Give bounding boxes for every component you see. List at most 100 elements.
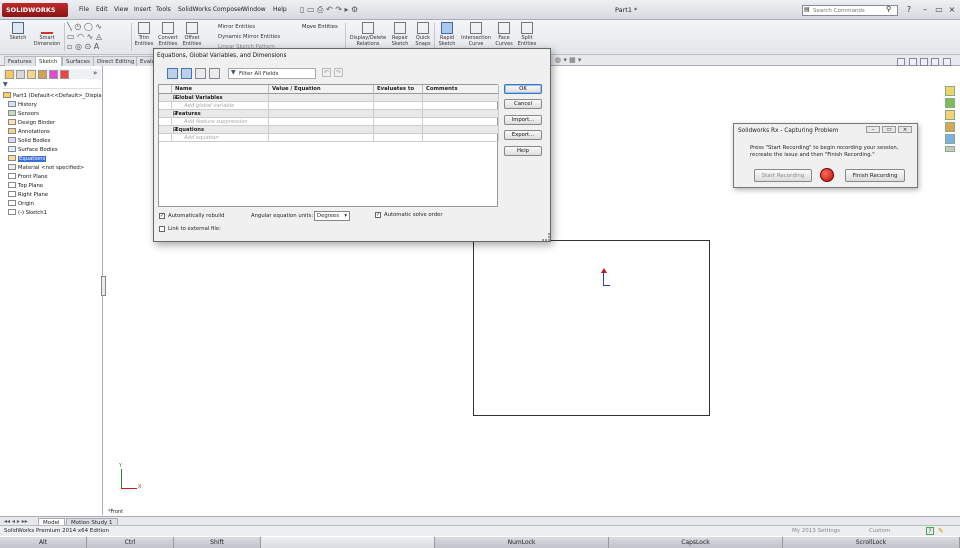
feature-manager-icon[interactable] <box>5 70 14 79</box>
rx-close-button[interactable]: × <box>898 126 912 133</box>
offset-entities-button[interactable]: Offset Entities <box>181 20 203 47</box>
export-button[interactable]: Export... <box>504 130 542 140</box>
close-view-icon[interactable] <box>943 58 951 66</box>
equation-section-row[interactable]: ⊟ Equations <box>159 126 499 134</box>
equation-cell[interactable] <box>374 94 423 102</box>
convert-entities-button[interactable]: Convert Entities <box>156 20 180 47</box>
appearances-icon[interactable] <box>945 134 955 144</box>
settings-status[interactable]: My 2013 Settings <box>792 528 840 534</box>
file-explorer-icon[interactable] <box>945 110 955 120</box>
start-recording-button[interactable]: Start Recording <box>754 169 812 182</box>
menu-file[interactable]: File <box>79 6 89 13</box>
equation-cell[interactable] <box>423 102 499 110</box>
dynamic-mirror-button[interactable]: Dynamic Mirror Entities <box>206 32 280 42</box>
sketch-rectangle[interactable] <box>473 240 710 416</box>
equation-cell[interactable] <box>269 134 374 142</box>
menu-help[interactable]: Help <box>273 6 287 13</box>
ordered-view-icon[interactable] <box>209 68 220 79</box>
appearance-icon[interactable] <box>60 70 69 79</box>
repair-sketch-button[interactable]: Repair Sketch <box>389 20 411 47</box>
equation-cell[interactable] <box>423 110 499 118</box>
tab-direct-editing[interactable]: Direct Editing <box>93 56 139 66</box>
mirror-entities-button[interactable]: Mirror Entities <box>206 22 280 32</box>
finish-recording-button[interactable]: Finish Recording <box>845 169 905 182</box>
rapid-sketch-button[interactable]: Rapid Sketch <box>436 20 458 47</box>
tree-item[interactable]: Top Plane <box>8 182 43 190</box>
undo-icon[interactable]: ↶ <box>322 68 331 77</box>
panel-collapse-handle[interactable] <box>101 276 106 296</box>
property-manager-icon[interactable] <box>16 70 25 79</box>
tree-root-part[interactable]: Part1 (Default<<Default>_Displa <box>3 92 102 100</box>
equation-add-row[interactable]: Add equation <box>159 134 499 142</box>
menu-tools[interactable]: Tools <box>156 6 171 13</box>
equation-add-row[interactable]: Add global variable <box>159 102 499 110</box>
column-comments[interactable]: Comments <box>423 85 499 94</box>
cancel-button[interactable]: Cancel <box>504 99 542 109</box>
close-button[interactable]: × <box>947 5 957 15</box>
column-name[interactable]: Name <box>172 85 269 94</box>
equation-cell[interactable] <box>269 126 374 134</box>
tab-scroll-arrows[interactable]: ◂◂ ◂ ▸ ▸▸ <box>4 518 28 525</box>
menu-insert[interactable]: Insert <box>134 6 151 13</box>
tab-sketch[interactable]: Sketch <box>35 56 62 66</box>
equation-cell[interactable] <box>374 134 423 142</box>
equation-cell[interactable] <box>374 110 423 118</box>
filter-fields-input[interactable]: Filter All Fields <box>228 68 316 79</box>
view-heads-up-toolbar[interactable]: ◍ ▾ ▦ ▾ <box>555 56 581 64</box>
equation-section-row[interactable]: ⊟ Features <box>159 110 499 118</box>
equation-name-cell[interactable]: Equations <box>172 126 269 134</box>
tree-item[interactable]: Origin <box>8 200 34 208</box>
link-external-checkbox[interactable] <box>159 226 165 232</box>
equation-add-row[interactable]: Add feature suppression <box>159 118 499 126</box>
resources-icon[interactable] <box>945 86 955 96</box>
menu-composer[interactable]: SolidWorks Composer <box>178 6 243 13</box>
resize-grip-icon[interactable] <box>542 233 550 241</box>
auto-solve-checkbox[interactable]: ✓ <box>375 212 381 218</box>
restore-button[interactable]: ▭ <box>934 5 944 15</box>
redo-icon[interactable]: ↷ <box>334 68 343 77</box>
face-curves-button[interactable]: Face Curves <box>494 20 514 47</box>
restore-view-icon[interactable] <box>920 58 928 66</box>
equation-cell[interactable] <box>269 118 374 126</box>
solidworks-logo[interactable]: SOLIDWORKS <box>2 3 68 17</box>
equation-cell[interactable] <box>374 118 423 126</box>
sketch-entity-tools[interactable]: ╲ ◷ ◯ ∿ ▭ ◠ ∿ ◬ ▫ ◎ ⊙ A <box>67 22 129 52</box>
tile-view-icon[interactable] <box>909 58 917 66</box>
menu-window[interactable]: Window <box>242 6 266 13</box>
auto-rebuild-checkbox[interactable]: ✓ <box>159 213 165 219</box>
quick-snaps-button[interactable]: Quick Snaps <box>413 20 433 47</box>
menu-view[interactable]: View <box>114 6 128 13</box>
tree-filter[interactable]: ▼ <box>3 81 101 89</box>
configuration-manager-icon[interactable] <box>27 70 36 79</box>
equation-cell[interactable] <box>269 94 374 102</box>
angular-units-select[interactable]: Degrees ▾ <box>314 211 350 221</box>
tree-item[interactable]: Solid Bodies <box>8 137 50 145</box>
search-commands-input[interactable]: Search Commands <box>802 5 898 16</box>
search-icon[interactable]: ⚲ <box>886 5 891 13</box>
intersection-curve-button[interactable]: Intersection Curve <box>459 20 493 47</box>
rx-minimize-button[interactable]: – <box>866 126 880 133</box>
tree-item[interactable]: Front Plane <box>8 173 48 181</box>
equation-cell[interactable] <box>269 110 374 118</box>
units-status[interactable]: Custom <box>869 528 890 534</box>
tab-features[interactable]: Features <box>4 56 36 66</box>
import-button[interactable]: Import... <box>504 115 542 125</box>
help-icon[interactable]: ? <box>904 5 914 15</box>
dimension-view-icon[interactable] <box>195 68 206 79</box>
rebuild-status-icon[interactable]: ✎ <box>938 527 944 535</box>
dimxpert-icon[interactable] <box>38 70 47 79</box>
equation-view-icon[interactable] <box>167 68 178 79</box>
tree-item[interactable]: Surface Bodies <box>8 146 58 154</box>
equation-name-cell[interactable]: Global Variables <box>172 94 269 102</box>
minimize-button[interactable]: – <box>920 5 930 15</box>
equation-name-cell[interactable]: Add feature suppression <box>172 118 269 126</box>
tree-item[interactable]: Material <not specified> <box>8 164 84 172</box>
smart-dimension-button[interactable]: Smart Dimension <box>32 20 62 47</box>
maximize-view-icon[interactable] <box>931 58 939 66</box>
equation-cell[interactable] <box>423 134 499 142</box>
column-value[interactable]: Value / Equation <box>269 85 374 94</box>
tree-item[interactable]: History <box>8 101 37 109</box>
trim-entities-button[interactable]: Trim Entities <box>133 20 155 47</box>
help-button[interactable]: Help <box>504 146 542 156</box>
equation-name-cell[interactable]: Add equation <box>172 134 269 142</box>
